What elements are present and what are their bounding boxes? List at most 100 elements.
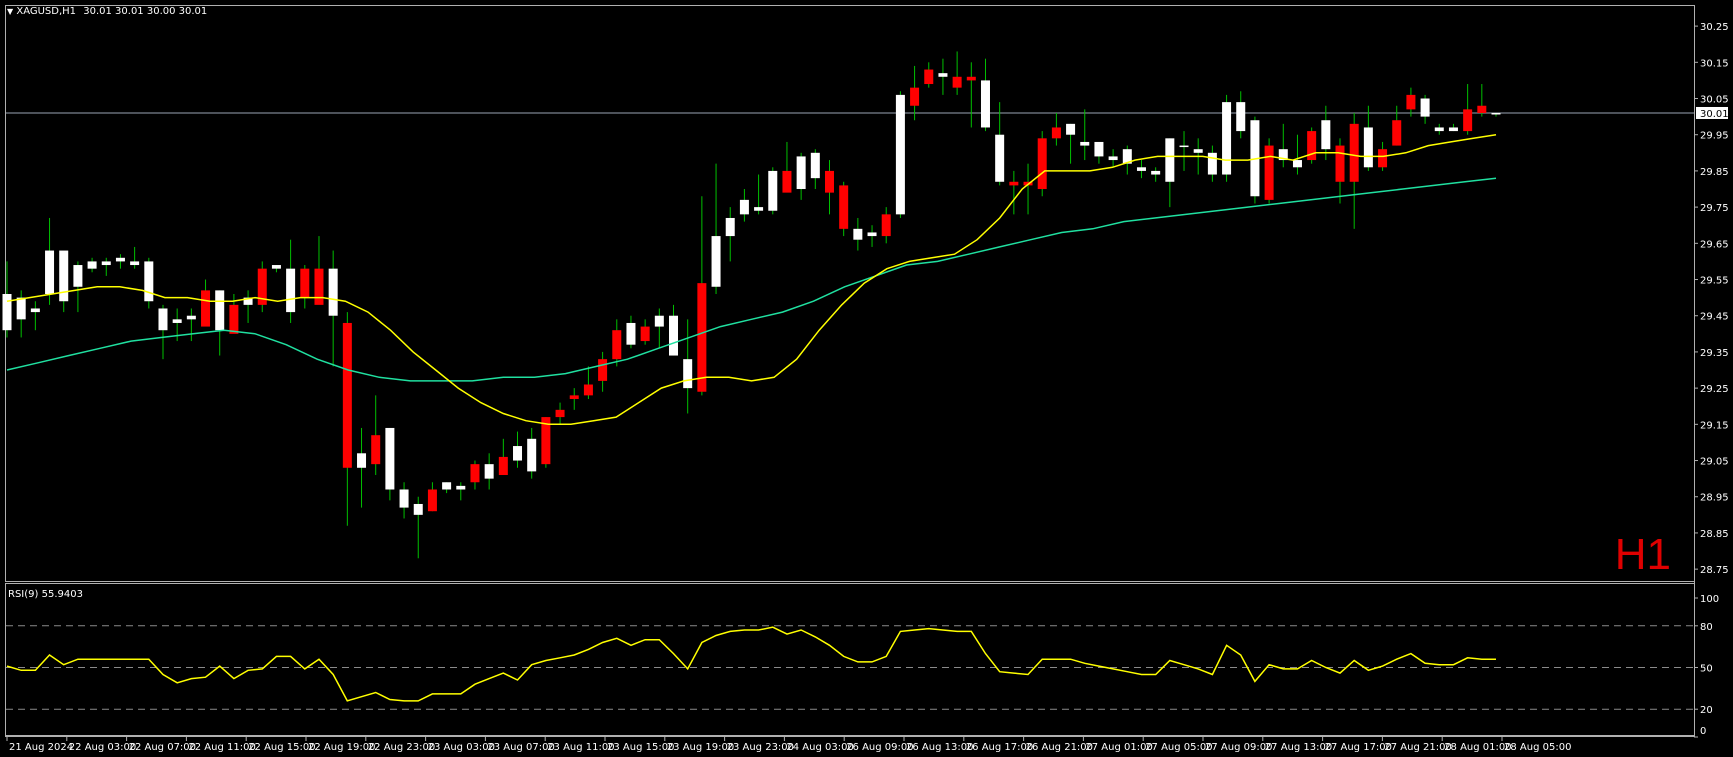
bear-candle [924, 69, 934, 85]
rsi-label: RSI(9) 55.9403 [8, 589, 83, 600]
bull-candle [1434, 127, 1444, 132]
time-tick-label: 28 Aug 05:00 [1504, 742, 1571, 753]
bear-candle [1392, 120, 1402, 146]
bear-candle [229, 304, 239, 334]
price-tick-label: 29.85 [1700, 167, 1729, 178]
time-tick-label: 27 Aug 01:00 [1085, 742, 1152, 753]
time-tick-label: 26 Aug 21:00 [1026, 742, 1093, 753]
bear-candle [952, 76, 962, 88]
bull-candle [513, 446, 523, 461]
bull-candle [1420, 98, 1430, 117]
bull-candle [1094, 141, 1104, 157]
bear-candle [1264, 145, 1274, 200]
time-tick-label: 26 Aug 09:00 [846, 742, 913, 753]
bull-candle [413, 503, 423, 515]
bear-candle [881, 214, 891, 237]
bear-candle [427, 489, 437, 512]
bear-candle [314, 268, 324, 305]
bull-candle [357, 453, 367, 468]
bear-candle [1009, 181, 1019, 186]
bear-candle [300, 268, 310, 298]
bull-candle [385, 427, 395, 490]
bear-candle [640, 326, 650, 342]
bear-candle [824, 170, 834, 193]
bear-candle [583, 384, 593, 396]
price-tick-label: 29.15 [1700, 420, 1729, 431]
symbol-label: XAGUSD,H1 [16, 6, 77, 17]
bear-candle [1037, 138, 1047, 190]
bear-candle [910, 87, 920, 106]
bear-candle [598, 359, 608, 381]
bull-candle [101, 261, 111, 266]
bull-candle [527, 438, 537, 472]
bull-candle [867, 232, 877, 237]
time-tick-label: 22 Aug 19:00 [308, 742, 375, 753]
bull-candle [2, 294, 12, 331]
symbol-dropdown-icon[interactable]: ▼ [7, 7, 13, 16]
bull-candle [669, 315, 679, 356]
bull-candle [1080, 141, 1090, 146]
chart-background [0, 0, 1733, 757]
bull-candle [115, 257, 125, 262]
time-tick-label: 27 Aug 05:00 [1145, 742, 1212, 753]
bull-candle [271, 265, 281, 269]
time-tick-label: 27 Aug 21:00 [1384, 742, 1451, 753]
price-tick-label: 30.25 [1700, 22, 1729, 33]
price-tick-label: 29.75 [1700, 203, 1729, 214]
bear-candle [782, 170, 792, 193]
bull-candle [995, 134, 1005, 182]
bull-candle [1207, 152, 1217, 175]
bull-candle [810, 152, 820, 179]
price-tick-label: 29.45 [1700, 312, 1729, 323]
bull-candle [938, 73, 948, 77]
bear-candle [1463, 109, 1473, 132]
bull-candle [1292, 160, 1302, 168]
bull-candle [30, 308, 40, 313]
bull-candle [484, 464, 494, 479]
bear-candle [612, 330, 622, 360]
bear-candle [1349, 123, 1359, 182]
bull-candle [1236, 102, 1246, 132]
current-price-tag-text: 30.01 [1700, 109, 1729, 120]
bull-candle [328, 268, 338, 316]
bull-candle [654, 315, 664, 327]
bull-candle [711, 236, 721, 287]
bull-candle [442, 482, 452, 490]
bull-candle [456, 485, 466, 490]
bull-candle [683, 359, 693, 389]
bull-candle [1136, 167, 1146, 171]
bull-candle [1222, 102, 1232, 175]
bear-candle [555, 409, 565, 418]
bull-candle [725, 217, 735, 237]
price-tick-label: 29.25 [1700, 384, 1729, 395]
bull-candle [1491, 112, 1501, 115]
bear-candle [498, 456, 508, 476]
bull-candle [1363, 127, 1373, 168]
time-tick-label: 24 Aug 03:00 [786, 742, 853, 753]
bull-candle [796, 156, 806, 190]
bear-candle [371, 435, 381, 465]
bull-candle [1448, 127, 1458, 132]
bear-candle [966, 76, 976, 81]
bull-candle [1066, 123, 1076, 135]
time-tick-label: 28 Aug 01:00 [1444, 742, 1511, 753]
time-tick-label: 23 Aug 07:00 [487, 742, 554, 753]
bull-candle [853, 228, 863, 240]
bull-candle [626, 322, 636, 345]
bull-candle [16, 297, 26, 320]
bull-candle [1179, 145, 1189, 148]
bull-candle [186, 315, 196, 320]
price-tick-label: 29.55 [1700, 276, 1729, 287]
symbol-header: ▼ XAGUSD,H1 30.01 30.01 30.00 30.01 [7, 6, 207, 17]
bear-candle [1335, 145, 1345, 182]
time-tick-label: 27 Aug 09:00 [1205, 742, 1272, 753]
current-price-tag: 30.01 [1696, 106, 1729, 120]
time-tick-label: 23 Aug 03:00 [428, 742, 495, 753]
time-tick-label: 23 Aug 15:00 [607, 742, 674, 753]
price-tick-label: 30.15 [1700, 58, 1729, 69]
bull-candle [286, 268, 296, 313]
price-tick-label: 29.35 [1700, 348, 1729, 359]
bear-candle [1477, 105, 1487, 113]
time-tick-label: 23 Aug 11:00 [547, 742, 614, 753]
price-tick-label: 28.85 [1700, 529, 1729, 540]
